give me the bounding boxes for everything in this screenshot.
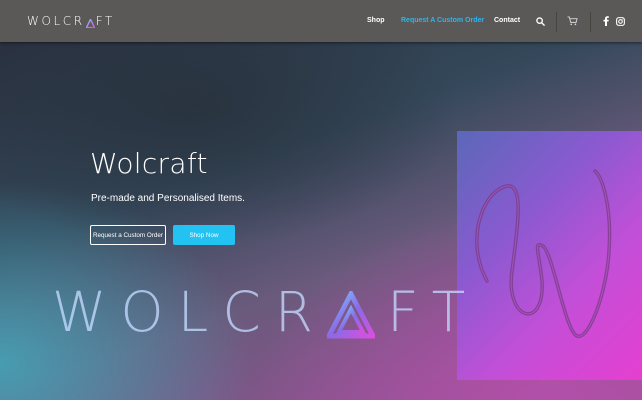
hero-wordmark-suffix: FT (386, 280, 480, 344)
instagram-icon[interactable] (614, 15, 626, 27)
hero-section (0, 42, 642, 400)
nav-shop[interactable]: Shop (367, 17, 385, 24)
hero-subtitle: Pre-made and Personalised Items. (91, 193, 245, 204)
site-header: WOLCR FT Shop Request A Custom Order Con… (0, 0, 642, 42)
request-custom-order-button[interactable]: Request a Custom Order (90, 225, 166, 245)
hero-wordmark-prefix: WOLCR (52, 280, 327, 344)
hero-w-artwork (457, 131, 642, 380)
shop-now-button[interactable]: Shop Now (173, 225, 235, 245)
page: Wolcraft Pre-made and Personalised Items… (0, 0, 642, 400)
header-divider (590, 12, 591, 32)
hero-wordmark: WOLCR FT (52, 280, 479, 344)
facebook-icon[interactable] (600, 15, 612, 27)
search-icon[interactable] (534, 15, 546, 27)
wordmark-triangle-icon (324, 288, 378, 339)
header-divider (556, 12, 557, 32)
cart-icon[interactable] (566, 15, 578, 27)
hero-title: Wolcraft (90, 147, 208, 180)
nav-contact[interactable]: Contact (494, 17, 520, 24)
nav-request-custom-order[interactable]: Request A Custom Order (401, 17, 484, 24)
